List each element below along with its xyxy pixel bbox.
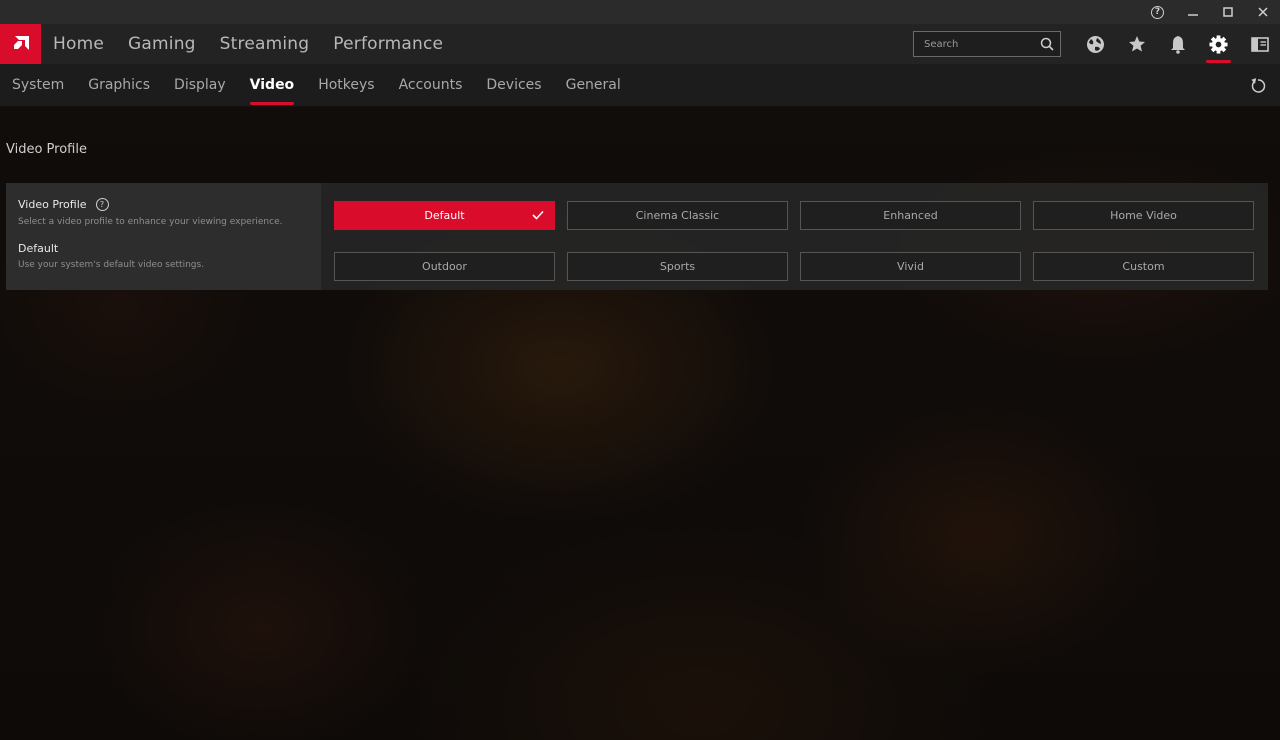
profile-option-default[interactable]: Default: [334, 201, 555, 230]
sidebar-panel-icon: [1250, 36, 1269, 52]
amd-logo[interactable]: [0, 24, 41, 64]
globe-icon: [1087, 35, 1104, 53]
favorites-button[interactable]: [1116, 24, 1157, 64]
profile-option-custom[interactable]: Custom: [1033, 252, 1254, 281]
profile-option-vivid[interactable]: Vivid: [800, 252, 1021, 281]
profile-option-sports[interactable]: Sports: [567, 252, 788, 281]
minimize-button[interactable]: [1175, 0, 1210, 24]
search-input[interactable]: Search: [924, 39, 958, 50]
profile-option-label: Home Video: [1110, 209, 1177, 222]
profile-option-outdoor[interactable]: Outdoor: [334, 252, 555, 281]
nav-performance[interactable]: Performance: [333, 34, 443, 54]
search-box[interactable]: Search: [913, 31, 1061, 57]
header-actions: Search: [913, 24, 1280, 64]
tab-devices[interactable]: Devices: [486, 64, 541, 107]
main-nav: Home Gaming Streaming Performance: [53, 34, 467, 54]
tab-accounts[interactable]: Accounts: [399, 64, 463, 107]
bell-icon: [1170, 35, 1185, 54]
info-help-icon[interactable]: ?: [95, 198, 109, 211]
profile-option-label: Outdoor: [422, 260, 467, 273]
notifications-button[interactable]: [1157, 24, 1198, 64]
profile-option-enhanced[interactable]: Enhanced: [800, 201, 1021, 230]
checkmark-icon: [532, 210, 544, 220]
help-icon: ?: [1151, 5, 1164, 19]
profile-option-home-video[interactable]: Home Video: [1033, 201, 1254, 230]
video-profile-description: Select a video profile to enhance your v…: [18, 217, 283, 227]
close-icon: [1257, 7, 1268, 17]
tab-display[interactable]: Display: [174, 64, 226, 107]
globe-button[interactable]: [1075, 24, 1116, 64]
minimize-icon: [1187, 14, 1198, 16]
star-icon: [1128, 36, 1145, 52]
gear-icon: [1209, 34, 1228, 54]
video-profile-info: Video Profile ? Select a video profile t…: [6, 183, 321, 290]
section-title: Video Profile: [6, 142, 87, 157]
profile-option-label: Vivid: [897, 260, 924, 273]
profile-option-label: Custom: [1122, 260, 1165, 273]
settings-button[interactable]: [1198, 24, 1239, 64]
tab-system[interactable]: System: [12, 64, 64, 107]
profile-option-label: Enhanced: [883, 209, 938, 222]
tab-graphics[interactable]: Graphics: [88, 64, 150, 107]
profile-option-label: Default: [424, 209, 465, 222]
tab-hotkeys[interactable]: Hotkeys: [318, 64, 374, 107]
tab-general[interactable]: General: [566, 64, 621, 107]
profile-option-cinema-classic[interactable]: Cinema Classic: [567, 201, 788, 230]
nav-streaming[interactable]: Streaming: [220, 34, 310, 54]
window-titlebar: ?: [0, 0, 1280, 24]
reset-icon[interactable]: [1250, 78, 1266, 94]
profile-option-label: Sports: [659, 260, 696, 273]
settings-tabs: System Graphics Display Video Hotkeys Ac…: [0, 64, 1280, 107]
maximize-icon: [1222, 7, 1233, 17]
close-button[interactable]: [1245, 0, 1280, 24]
main-header: Home Gaming Streaming Performance Search: [0, 24, 1280, 64]
search-icon: [1040, 37, 1054, 51]
nav-home[interactable]: Home: [53, 34, 104, 54]
tab-video[interactable]: Video: [249, 64, 294, 107]
profile-options: Default Cinema Classic Enhanced Home Vid…: [321, 183, 1254, 290]
selected-profile-name: Default: [18, 242, 59, 255]
video-profile-label: Video Profile: [18, 198, 87, 211]
maximize-button[interactable]: [1210, 0, 1245, 24]
amd-logo-icon: [13, 36, 29, 50]
selected-profile-description: Use your system's default video settings…: [18, 260, 205, 270]
video-profile-heading: Video Profile ?: [18, 198, 309, 211]
sidebar-toggle-button[interactable]: [1239, 24, 1280, 64]
help-button[interactable]: ?: [1140, 0, 1175, 24]
video-profile-panel: Video Profile ? Select a video profile t…: [6, 183, 1268, 290]
profile-option-label: Cinema Classic: [635, 209, 720, 222]
nav-gaming[interactable]: Gaming: [128, 34, 196, 54]
